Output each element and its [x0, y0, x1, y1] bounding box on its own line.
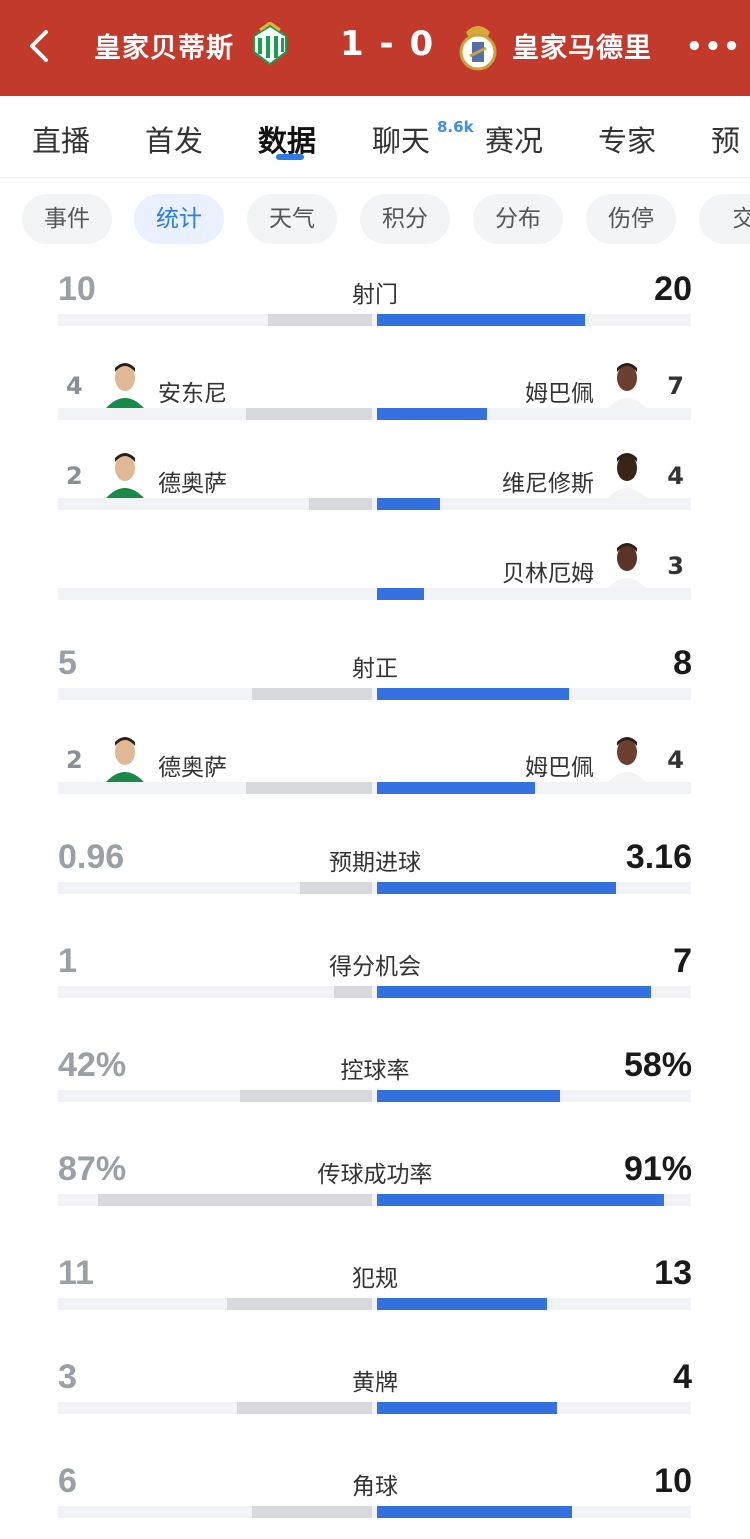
bar-track: [58, 314, 691, 326]
away-bar: [377, 1506, 572, 1518]
home-bar: [98, 1194, 372, 1206]
home-player-count: 4: [66, 372, 83, 400]
away-stat-value: 3.16: [625, 838, 692, 876]
bar-track: [58, 688, 691, 700]
bar-track: [58, 1402, 691, 1414]
away-player-avatar: [604, 538, 650, 588]
away-player-count: 4: [667, 746, 684, 774]
away-stat-value: 58%: [623, 1046, 692, 1084]
match-score: 1 - 0: [340, 24, 436, 64]
chip-distribution[interactable]: 分布: [473, 194, 563, 244]
chip-events[interactable]: 事件: [22, 194, 112, 244]
active-tab-indicator: [276, 154, 304, 160]
main-tabs: 直播 首发 数据 聊天 赛况 专家 预: [0, 96, 750, 178]
chat-count-badge: 8.6k: [437, 118, 474, 136]
away-bar: [377, 882, 616, 894]
tab-preview[interactable]: 预: [711, 118, 740, 160]
away-bar: [377, 1194, 664, 1206]
tab-match-status[interactable]: 赛况: [485, 118, 543, 160]
away-player-avatar: [604, 358, 650, 408]
away-player-count: 4: [667, 462, 684, 490]
away-stat-value: 7: [673, 942, 692, 980]
more-options-icon[interactable]: •••: [686, 32, 742, 62]
real-betis-logo-icon[interactable]: [248, 22, 292, 68]
home-player-avatar: [102, 358, 148, 408]
away-stat-value: 8: [673, 644, 692, 682]
home-player-name[interactable]: 安东尼: [158, 374, 227, 408]
home-bar: [252, 1506, 372, 1518]
home-player-name[interactable]: 德奥萨: [158, 748, 227, 782]
away-player-name[interactable]: 姆巴佩: [525, 374, 594, 408]
bar-track: [58, 498, 691, 510]
away-player-avatar: [604, 732, 650, 782]
away-bar: [377, 688, 569, 700]
back-arrow-icon[interactable]: [24, 28, 54, 64]
stat-label: 得分机会: [329, 954, 421, 980]
bar-track: [58, 1090, 691, 1102]
stat-label: 射正: [352, 656, 398, 682]
chip-stats[interactable]: 统计: [134, 194, 224, 244]
away-bar: [377, 986, 651, 998]
chip-injuries[interactable]: 伤停: [586, 194, 676, 244]
away-stat-value: 20: [654, 270, 692, 308]
tab-chat[interactable]: 聊天: [372, 118, 430, 160]
away-bar: [377, 408, 487, 420]
away-player-name[interactable]: 姆巴佩: [525, 748, 594, 782]
home-bar: [237, 1402, 372, 1414]
away-player-avatar: [604, 448, 650, 498]
match-header: 皇家贝蒂斯 1 - 0 皇家马德里 •••: [0, 0, 750, 96]
away-bar: [377, 498, 440, 510]
home-bar: [246, 408, 372, 420]
sub-tabs: 事件 统计 天气 积分 分布 伤停 交: [0, 178, 750, 262]
home-bar: [246, 782, 372, 794]
home-player-avatar: [102, 732, 148, 782]
away-bar: [377, 782, 535, 794]
away-player-count: 7: [667, 372, 684, 400]
away-bar: [377, 1298, 547, 1310]
bar-track: [58, 1298, 691, 1310]
bar-track: [58, 1506, 691, 1518]
stat-label: 犯规: [352, 1266, 398, 1292]
away-stat-value: 13: [654, 1254, 692, 1292]
home-bar: [309, 498, 372, 510]
home-bar: [240, 1090, 372, 1102]
home-bar: [334, 986, 372, 998]
home-bar: [268, 314, 372, 326]
home-player-name[interactable]: 德奥萨: [158, 464, 227, 498]
bar-track: [58, 408, 691, 420]
home-bar: [227, 1298, 372, 1310]
home-player-count: 2: [66, 462, 83, 490]
away-stat-value: 4: [673, 1358, 692, 1396]
away-stat-value: 10: [654, 1462, 692, 1500]
stat-label: 射门: [352, 282, 398, 308]
tab-lineup[interactable]: 首发: [145, 118, 203, 160]
stat-label: 角球: [352, 1474, 398, 1500]
away-player-name[interactable]: 贝林厄姆: [502, 554, 594, 588]
away-bar: [377, 1090, 560, 1102]
away-bar: [377, 1402, 557, 1414]
away-bar: [377, 314, 585, 326]
home-team-name[interactable]: 皇家贝蒂斯: [94, 26, 234, 65]
bar-track: [58, 782, 691, 794]
tab-experts[interactable]: 专家: [598, 118, 656, 160]
home-bar: [252, 688, 372, 700]
stat-label: 黄牌: [352, 1370, 398, 1396]
home-bar: [300, 882, 372, 894]
real-madrid-logo-icon[interactable]: [458, 20, 498, 72]
away-stat-value: 91%: [623, 1150, 692, 1188]
home-player-avatar: [102, 448, 148, 498]
tab-live[interactable]: 直播: [32, 118, 90, 160]
away-team-name[interactable]: 皇家马德里: [512, 26, 652, 65]
away-player-count: 3: [667, 552, 684, 580]
away-bar: [377, 588, 424, 600]
home-player-count: 2: [66, 746, 83, 774]
chip-head-to-head[interactable]: 交: [699, 194, 750, 244]
bar-track: [58, 588, 691, 600]
chip-standings[interactable]: 积分: [360, 194, 450, 244]
away-player-name[interactable]: 维尼修斯: [502, 464, 594, 498]
chip-weather[interactable]: 天气: [247, 194, 337, 244]
